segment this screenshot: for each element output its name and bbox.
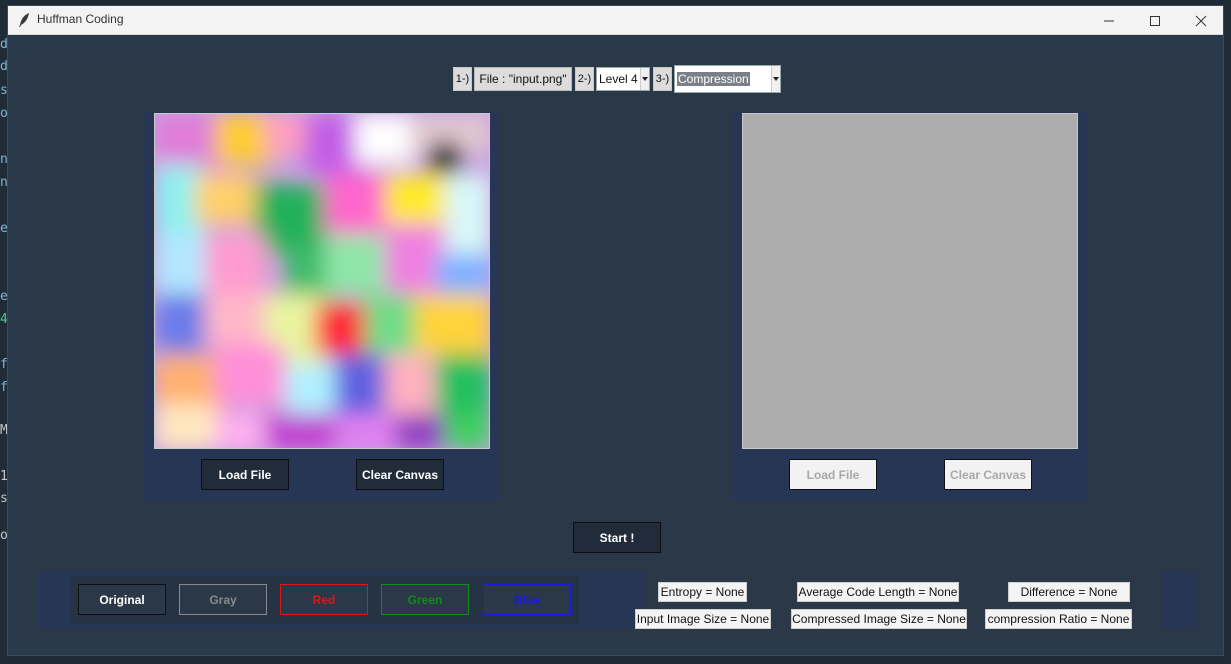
- average-code-length-stat: Average Code Length = None: [797, 582, 959, 602]
- output-image-panel: Load File Clear Canvas: [732, 112, 1088, 500]
- background-text: f: [0, 357, 7, 372]
- background-text: d: [0, 37, 7, 52]
- file-name-button[interactable]: File : "input.png": [474, 67, 572, 91]
- background-text: s: [0, 491, 7, 506]
- app-window: Huffman Coding 1-) File : "input.png" 2-…: [7, 5, 1224, 656]
- start-button[interactable]: Start !: [573, 522, 661, 553]
- load-file-button[interactable]: Load File: [201, 459, 289, 490]
- original-channel-button[interactable]: Original: [78, 584, 166, 615]
- red-channel-button[interactable]: Red: [280, 584, 368, 615]
- close-button[interactable]: [1178, 6, 1224, 35]
- compression-ratio-stat: compression Ratio = None: [985, 609, 1132, 629]
- blue-channel-label: Blue: [513, 592, 540, 607]
- maximize-icon: [1150, 15, 1160, 26]
- background-text: 1: [0, 469, 7, 484]
- minimize-button[interactable]: [1086, 6, 1132, 35]
- input-image-panel: Load File Clear Canvas: [144, 112, 500, 500]
- gray-channel-button[interactable]: Gray: [179, 584, 267, 615]
- step3-label: 3-): [653, 67, 672, 91]
- green-channel-button[interactable]: Green: [381, 584, 469, 615]
- level-select-value: Level 4: [599, 72, 638, 86]
- clear-canvas-button[interactable]: Clear Canvas: [356, 459, 444, 490]
- background-text: d: [0, 59, 7, 74]
- blue-channel-button[interactable]: Blue: [483, 584, 571, 615]
- input-image-size-stat: Input Image Size = None: [635, 609, 771, 629]
- background-window-strip: d d s o n n e e 4 f f M 1 s o: [0, 0, 7, 664]
- mode-select-value: Compression: [677, 72, 750, 86]
- step2-label: 2-): [575, 67, 594, 91]
- step1-label: 1-): [453, 67, 472, 91]
- close-icon: [1195, 15, 1207, 26]
- background-text: s: [0, 83, 7, 98]
- mode-select[interactable]: Compression: [674, 65, 781, 93]
- side-panel: [1162, 572, 1197, 628]
- dropdown-arrow-icon[interactable]: [640, 68, 649, 90]
- green-channel-label: Green: [407, 592, 443, 607]
- input-image-canvas[interactable]: [154, 113, 490, 449]
- minimize-icon: [1104, 20, 1114, 21]
- channel-panel: Original Gray Red Green Blue: [38, 572, 645, 628]
- title-bar[interactable]: Huffman Coding: [8, 6, 1223, 35]
- output-image-canvas[interactable]: [742, 113, 1078, 449]
- feather-icon: [17, 12, 31, 28]
- background-text: e: [0, 289, 7, 304]
- background-text: n: [0, 152, 7, 167]
- entropy-stat: Entropy = None: [658, 582, 747, 602]
- original-channel-label: Original: [99, 592, 145, 607]
- background-text: o: [0, 528, 7, 543]
- output-image-placeholder: [743, 114, 1077, 448]
- background-text: o: [0, 106, 7, 121]
- maximize-button[interactable]: [1132, 6, 1178, 35]
- difference-stat: Difference = None: [1008, 582, 1130, 602]
- red-channel-label: Red: [312, 592, 336, 607]
- load-file-button-disabled[interactable]: Load File: [789, 459, 877, 490]
- level-select[interactable]: Level 4: [596, 67, 650, 91]
- input-image: [155, 114, 489, 448]
- main-panel: 1-) File : "input.png" 2-) Level 4 3-) C…: [28, 54, 1205, 637]
- background-text: 4: [0, 312, 7, 327]
- gray-channel-label: Gray: [209, 592, 237, 607]
- window-title: Huffman Coding: [37, 12, 124, 26]
- background-text: n: [0, 175, 7, 190]
- background-text: M: [0, 423, 7, 438]
- dropdown-arrow-icon[interactable]: [771, 66, 780, 92]
- background-window-strip: [1224, 0, 1231, 664]
- clear-canvas-button-disabled[interactable]: Clear Canvas: [944, 459, 1032, 490]
- background-text: f: [0, 380, 7, 395]
- compressed-image-size-stat: Compressed Image Size = None: [791, 609, 967, 629]
- background-text: e: [0, 221, 7, 236]
